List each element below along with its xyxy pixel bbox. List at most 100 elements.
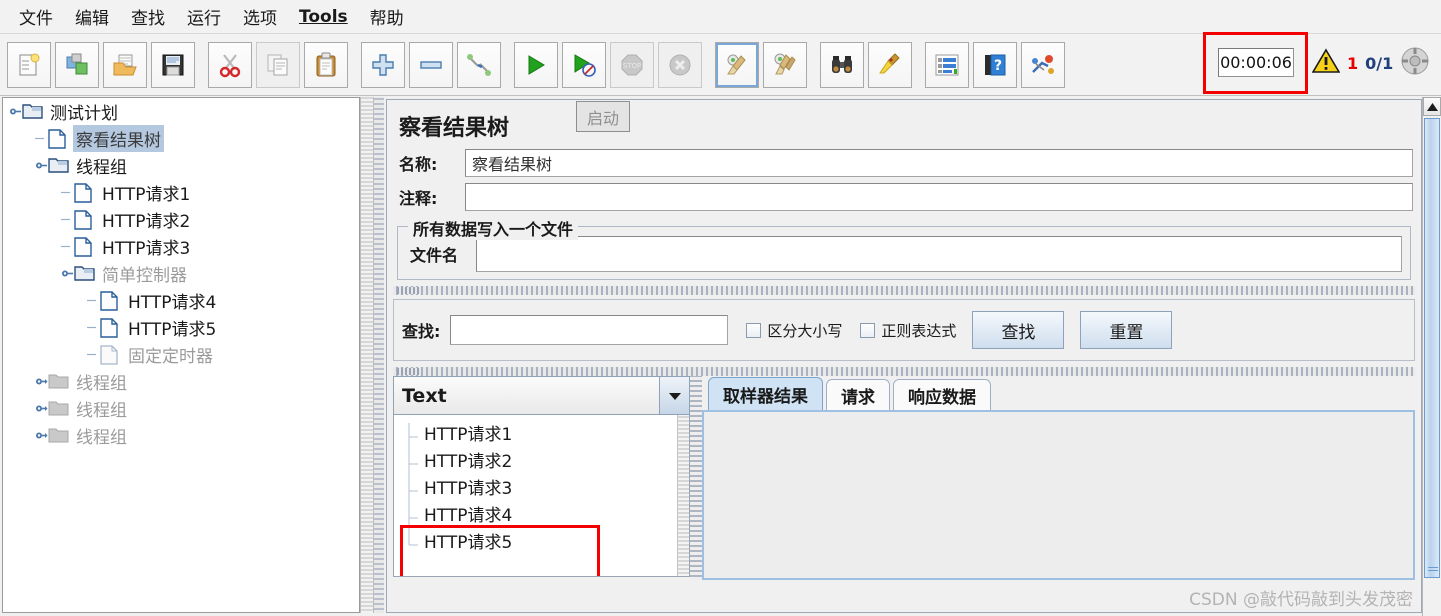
results-detail-split-divider[interactable]	[690, 376, 702, 580]
collapse-all-button[interactable]	[409, 41, 453, 88]
menu-item-file[interactable]: 文件	[8, 1, 64, 32]
scroll-up-arrow-icon[interactable]	[1423, 97, 1441, 116]
menu-item-help[interactable]: 帮助	[359, 1, 415, 32]
start-no-pauses-button[interactable]	[562, 41, 606, 88]
write-all-data-title: 所有数据写入一个文件	[408, 216, 579, 240]
toggle-button[interactable]	[457, 41, 501, 88]
tab-response-data[interactable]: 响应数据	[893, 379, 991, 410]
tree-node-handle-icon[interactable]	[87, 348, 100, 361]
tree-node-handle-icon[interactable]	[61, 186, 74, 199]
detail-tab-body[interactable]	[702, 410, 1415, 580]
name-row: 名称: 察看结果树	[395, 148, 1413, 178]
reset-button[interactable]: 重置	[1080, 311, 1173, 349]
results-tree[interactable]: HTTP请求1 HTTP请求2 HTTP请求3 HTTP请求4 HTTP请求5	[393, 415, 690, 577]
templates-icon	[64, 52, 90, 78]
result-list-item[interactable]: HTTP请求5	[394, 527, 689, 554]
copy-button[interactable]	[256, 41, 300, 88]
tree-node[interactable]: HTTP请求3	[3, 233, 359, 260]
start-button[interactable]	[514, 41, 558, 88]
tree-node-label: HTTP请求3	[102, 239, 191, 259]
menu-item-run[interactable]: 运行	[176, 1, 232, 32]
main-vertical-scrollbar[interactable]	[1422, 97, 1441, 616]
tree-node[interactable]: HTTP请求5	[3, 314, 359, 341]
folder-icon	[22, 102, 43, 121]
help-button[interactable]: ?	[973, 41, 1017, 88]
clear-all-icon	[772, 52, 798, 78]
comment-input[interactable]	[465, 183, 1413, 211]
clear-button[interactable]	[715, 41, 759, 88]
scrollbar-thumb[interactable]	[1424, 118, 1440, 578]
lower-split-divider[interactable]	[393, 367, 1415, 376]
result-list-item[interactable]: HTTP请求4	[394, 500, 689, 531]
tree-main-split-divider[interactable]	[374, 97, 384, 613]
tree-node[interactable]: 线程组	[3, 422, 359, 449]
tree-node[interactable]: 线程组	[3, 152, 359, 179]
warning-triangle-icon[interactable]	[1311, 47, 1341, 79]
detail-column: 取样器结果 请求 响应数据	[702, 376, 1415, 580]
tree-node-handle-icon[interactable]	[35, 375, 48, 388]
tree-node-handle-icon[interactable]	[35, 429, 48, 442]
divider-grip	[397, 287, 419, 294]
tree-node-handle-icon[interactable]	[61, 213, 74, 226]
leaf-icon	[100, 345, 121, 365]
clear-all-button[interactable]	[763, 41, 807, 88]
tree-node[interactable]: 线程组	[3, 368, 359, 395]
tree-node-handle-icon[interactable]	[9, 105, 22, 118]
tab-request[interactable]: 请求	[826, 379, 890, 410]
tree-node[interactable]: HTTP请求1	[3, 179, 359, 206]
binoculars-icon	[829, 52, 855, 78]
open-button[interactable]	[103, 41, 147, 88]
result-list-item[interactable]: HTTP请求2	[394, 446, 689, 477]
chevron-down-icon[interactable]	[659, 377, 689, 414]
menu-item-options[interactable]: 选项	[232, 1, 288, 32]
results-scrollbar[interactable]	[677, 415, 689, 576]
tree-node-handle-icon[interactable]	[61, 240, 74, 253]
expand-all-button[interactable]	[361, 41, 405, 88]
tab-sampler-result[interactable]: 取样器结果	[708, 377, 823, 410]
tree-node-handle-icon[interactable]	[87, 294, 100, 307]
regex-checkbox[interactable]: 正则表达式	[860, 320, 956, 341]
renderer-selected-value: Text	[402, 384, 447, 407]
tree-node[interactable]: 线程组	[3, 395, 359, 422]
tree-node[interactable]: 简单控制器	[3, 260, 359, 287]
cut-button[interactable]	[208, 41, 252, 88]
clear-icon	[724, 52, 750, 78]
tree-node-handle-icon[interactable]	[61, 267, 74, 280]
find-button[interactable]: 查找	[972, 311, 1065, 349]
paste-button[interactable]	[304, 41, 348, 88]
tree-node[interactable]: 固定定时器	[3, 341, 359, 368]
menu-item-edit[interactable]: 编辑	[64, 1, 120, 32]
result-list-item[interactable]: HTTP请求3	[394, 473, 689, 504]
upper-split-divider[interactable]	[393, 286, 1415, 295]
tree-node[interactable]: 测试计划	[3, 98, 359, 125]
menu-item-search[interactable]: 查找	[120, 1, 176, 32]
result-list-item[interactable]: HTTP请求1	[394, 419, 689, 450]
menu-item-tools[interactable]: Tools	[288, 4, 359, 30]
save-button[interactable]	[151, 41, 195, 88]
new-test-plan-button[interactable]	[7, 41, 51, 88]
undo-redo-button[interactable]	[1021, 41, 1065, 88]
tree-node[interactable]: HTTP请求4	[3, 287, 359, 314]
shutdown-button	[658, 41, 702, 88]
search-input[interactable]	[450, 315, 729, 345]
filename-input[interactable]	[476, 236, 1402, 272]
tree-node-label: 固定定时器	[128, 347, 213, 367]
leaf-icon	[100, 291, 121, 311]
function-helper-button[interactable]	[925, 41, 969, 88]
case-sensitive-checkbox[interactable]: 区分大小写	[746, 320, 842, 341]
name-input[interactable]: 察看结果树	[465, 149, 1413, 177]
tree-node-handle-icon[interactable]	[35, 159, 48, 172]
tree-node[interactable]: HTTP请求2	[3, 206, 359, 233]
tree-node-handle-icon[interactable]	[35, 132, 48, 145]
tree-node[interactable]: 察看结果树	[3, 125, 359, 152]
tree-node-handle-icon[interactable]	[87, 321, 100, 334]
reset-search-button[interactable]	[868, 41, 912, 88]
tree-scrollbar[interactable]	[360, 97, 374, 613]
renderer-combo[interactable]: Text	[393, 376, 690, 415]
search-tree-button[interactable]	[820, 41, 864, 88]
templates-button[interactable]	[55, 41, 99, 88]
test-plan-tree[interactable]: 测试计划 察看结果树 线程组 HTTP请求1 HTTP请求2 HTTP请求3 简单控制器 HT…	[2, 97, 360, 613]
open-icon	[112, 52, 138, 78]
tree-node-handle-icon[interactable]	[35, 402, 48, 415]
remote-engine-icon[interactable]	[1400, 46, 1430, 81]
